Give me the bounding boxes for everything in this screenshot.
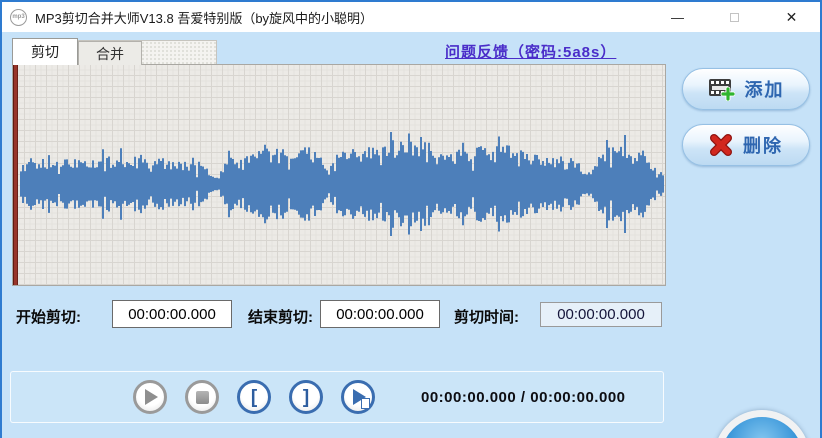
- red-x-icon: [710, 134, 732, 156]
- maximize-icon: [730, 12, 739, 22]
- maximize-button: [706, 2, 763, 32]
- tab-merge[interactable]: 合并: [78, 41, 142, 65]
- close-button[interactable]: ✕: [763, 2, 820, 32]
- end-cut-label: 结束剪切:: [248, 309, 313, 326]
- play-button[interactable]: [133, 380, 167, 414]
- app-icon: mp3: [10, 8, 27, 26]
- playback-position: 00:00:00.000: [421, 388, 517, 406]
- window-title: MP3剪切合并大师V13.8 吾爱特别版（by旋风中的小聪明）: [35, 10, 374, 26]
- bracket-open-icon: [: [250, 386, 258, 408]
- mark-start-button[interactable]: [: [237, 380, 271, 414]
- add-button-label: 添加: [744, 80, 785, 100]
- bracket-close-icon: ]: [302, 386, 310, 408]
- waveform-graphic: [20, 132, 664, 236]
- playback-time: 00:00:00.000 / 00:00:00.000: [421, 389, 626, 406]
- mark-end-button[interactable]: ]: [289, 380, 323, 414]
- play-selection-button[interactable]: [341, 380, 375, 414]
- waveform-panel[interactable]: [12, 64, 666, 286]
- playback-panel: [ ] 00:00:00.000 / 00:00:00.000: [10, 371, 664, 423]
- playhead-marker[interactable]: [13, 65, 18, 285]
- playback-duration: 00:00:00.000: [530, 388, 626, 406]
- play-icon: [145, 389, 158, 405]
- delete-button[interactable]: 删除: [682, 124, 810, 166]
- cut-duration-label: 剪切时间:: [454, 309, 519, 326]
- feedback-link[interactable]: 问题反馈（密码:5a8s）: [445, 41, 616, 62]
- add-button[interactable]: 添加: [682, 68, 810, 110]
- filmstrip-add-icon: [708, 79, 735, 101]
- mini-doc-icon: [361, 398, 370, 409]
- start-cut-input[interactable]: [112, 300, 232, 328]
- cut-duration-value: 00:00:00.000: [540, 302, 662, 327]
- tab-cut[interactable]: 剪切: [12, 38, 78, 65]
- title-bar: mp3 MP3剪切合并大师V13.8 吾爱特别版（by旋风中的小聪明） — ✕: [2, 2, 820, 32]
- app-window: mp3 MP3剪切合并大师V13.8 吾爱特别版（by旋风中的小聪明） — ✕ …: [0, 0, 822, 438]
- start-cut-label: 开始剪切:: [16, 309, 81, 326]
- playback-separator: /: [516, 388, 531, 406]
- big-round-button[interactable]: [714, 410, 810, 438]
- end-cut-input[interactable]: [320, 300, 440, 328]
- window-controls: — ✕: [649, 2, 820, 32]
- stop-button[interactable]: [185, 380, 219, 414]
- delete-button-label: 删除: [743, 136, 783, 156]
- stop-icon: [195, 390, 209, 404]
- minimize-button[interactable]: —: [649, 2, 706, 32]
